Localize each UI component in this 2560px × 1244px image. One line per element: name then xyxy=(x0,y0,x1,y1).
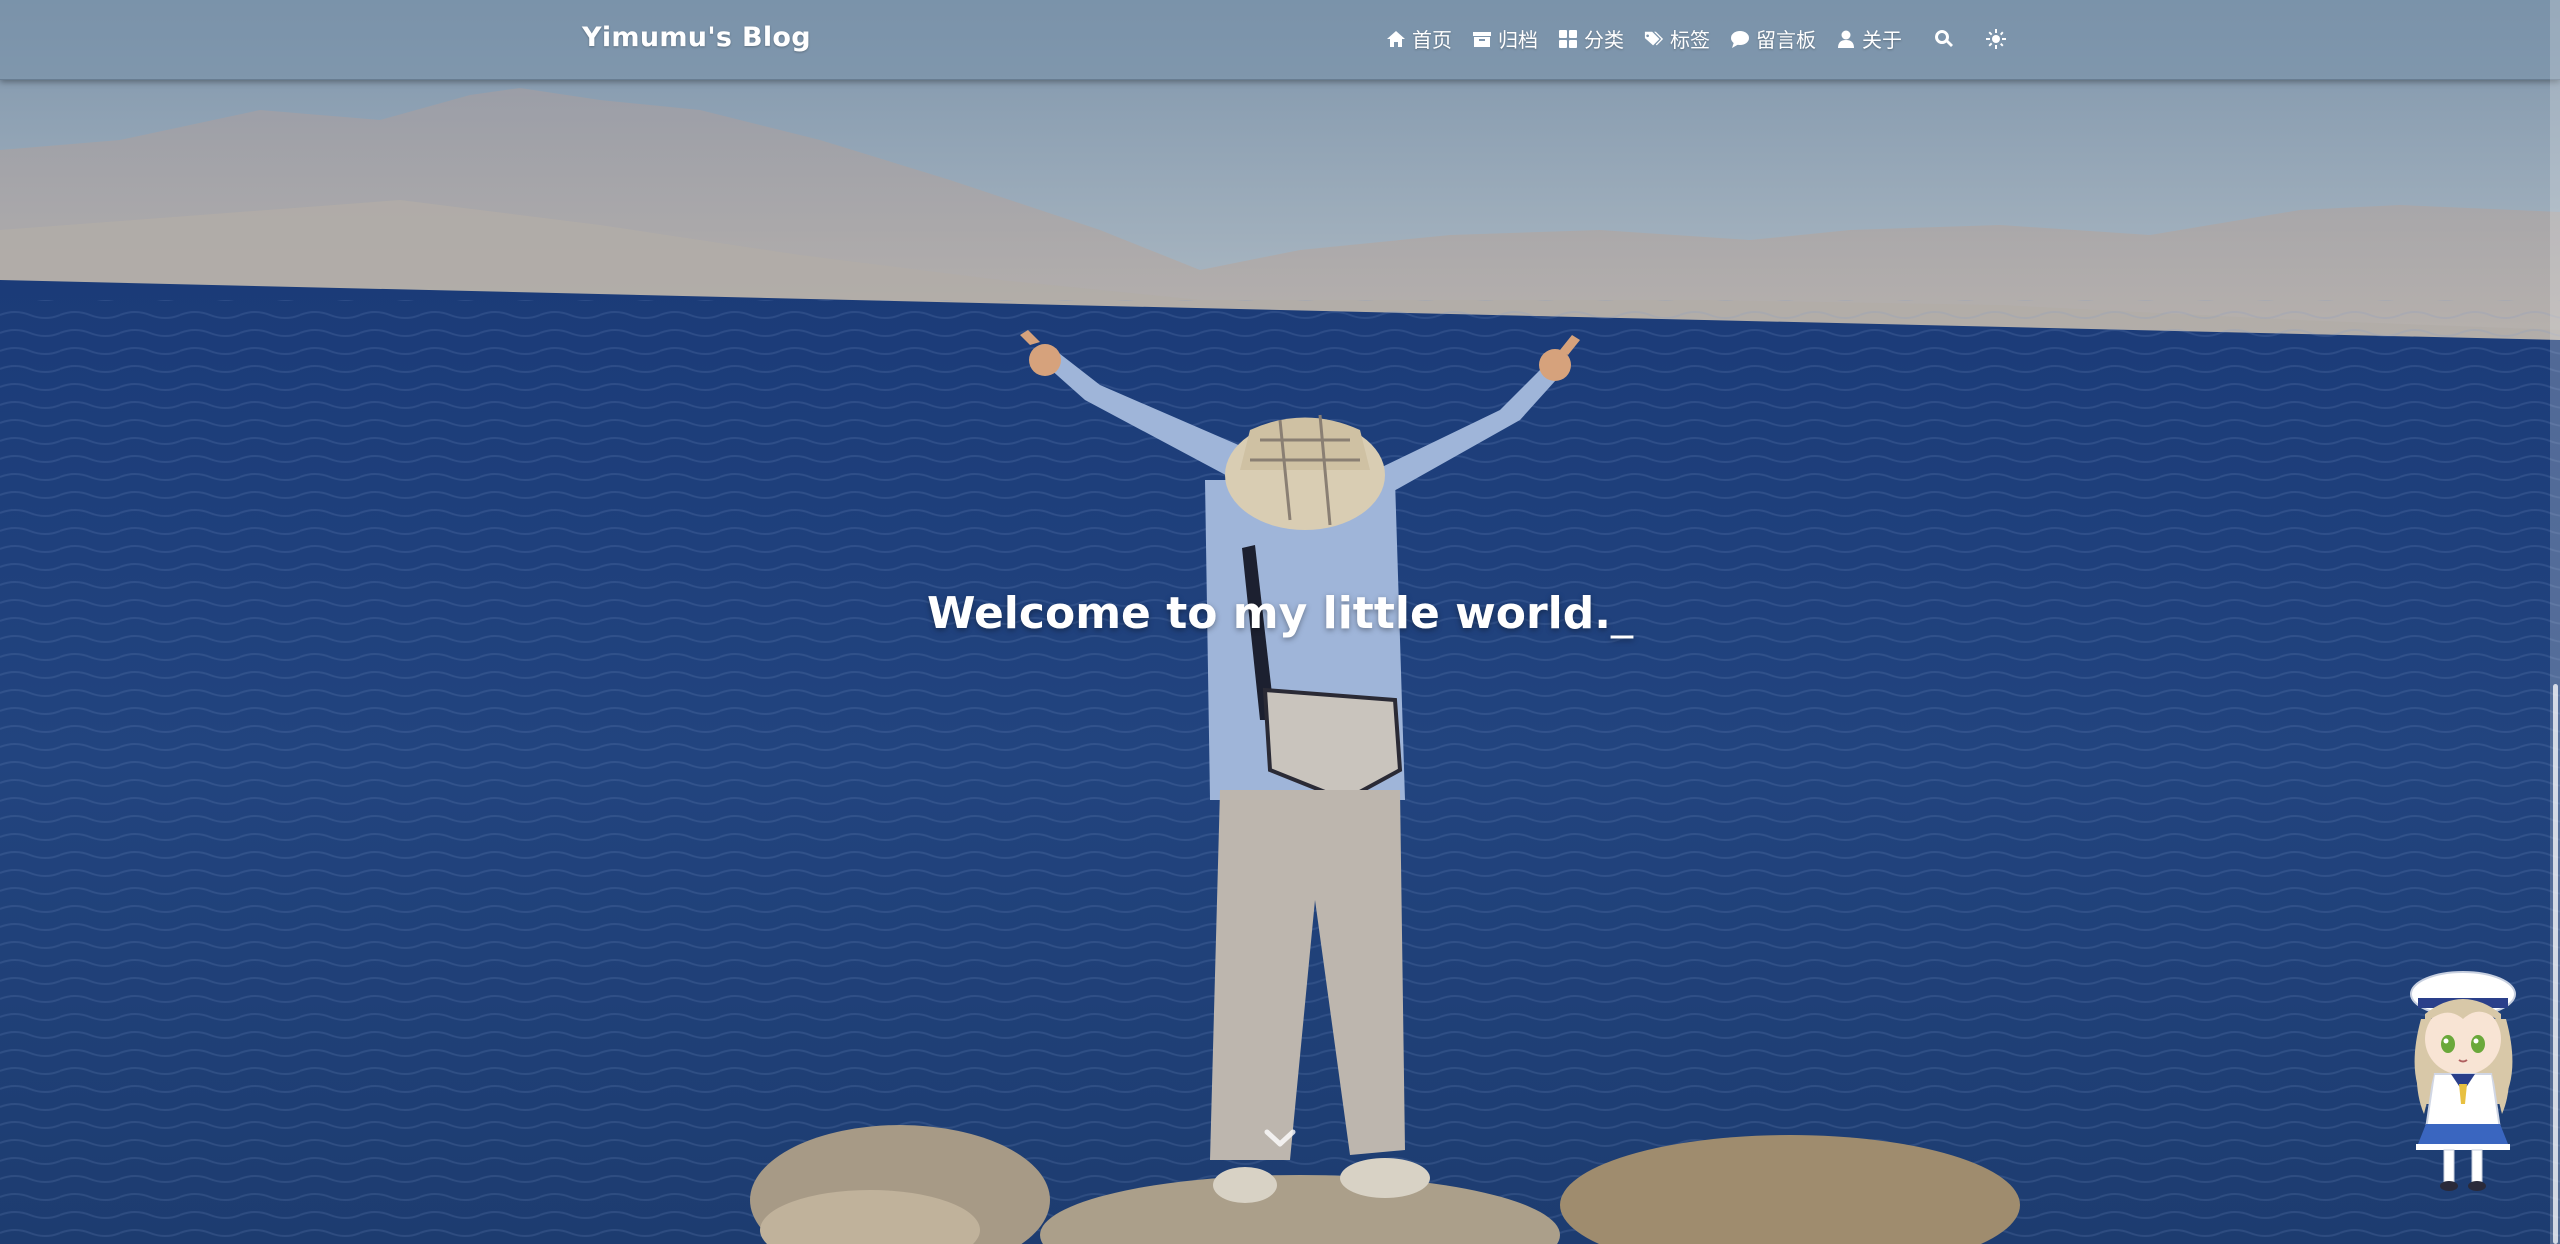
nav-item-guestbook[interactable]: 留言板 xyxy=(1730,24,1816,53)
nav-label-tags: 标签 xyxy=(1670,28,1710,52)
page-scrollbar-thumb[interactable] xyxy=(2553,684,2558,1244)
search-icon xyxy=(1935,29,1953,47)
navbar: Yimumu's Blog 首页 归档 分类 标签 留言板 关于 xyxy=(0,0,2560,80)
tags-icon xyxy=(1644,31,1664,45)
comment-icon xyxy=(1731,30,1749,48)
scroll-down-button[interactable] xyxy=(1264,1126,1296,1150)
typing-cursor: _ xyxy=(1610,588,1633,639)
nav-label-guestbook: 留言板 xyxy=(1756,28,1816,52)
theme-toggle-button[interactable] xyxy=(1986,28,2006,49)
nav-label-archive: 归档 xyxy=(1498,28,1538,52)
archive-icon xyxy=(1473,31,1491,47)
nav-item-category[interactable]: 分类 xyxy=(1558,24,1624,53)
nav-item-home[interactable]: 首页 xyxy=(1386,24,1452,53)
nav-item-archive[interactable]: 归档 xyxy=(1472,24,1538,53)
nav-label-category: 分类 xyxy=(1584,28,1624,52)
chevron-down-icon xyxy=(1264,1129,1296,1147)
nav-label-home: 首页 xyxy=(1412,28,1452,52)
typed-text: Welcome to my little world. xyxy=(927,588,1611,639)
nav-item-tags[interactable]: 标签 xyxy=(1644,24,1710,53)
site-brand[interactable]: Yimumu's Blog xyxy=(582,22,811,53)
live2d-mascot[interactable] xyxy=(2396,964,2530,1194)
mascot-figure xyxy=(2410,971,2516,1191)
category-icon xyxy=(1559,29,1577,48)
nav-menu: 首页 归档 分类 标签 留言板 关于 xyxy=(1386,24,2006,53)
sun-icon xyxy=(1986,28,2006,49)
nav-item-about[interactable]: 关于 xyxy=(1836,24,1902,53)
hero-welcome-text: Welcome to my little world._ xyxy=(0,588,2560,639)
user-icon xyxy=(1838,30,1854,48)
home-icon xyxy=(1387,30,1405,47)
nav-label-about: 关于 xyxy=(1862,28,1902,52)
search-button[interactable] xyxy=(1934,29,1954,49)
